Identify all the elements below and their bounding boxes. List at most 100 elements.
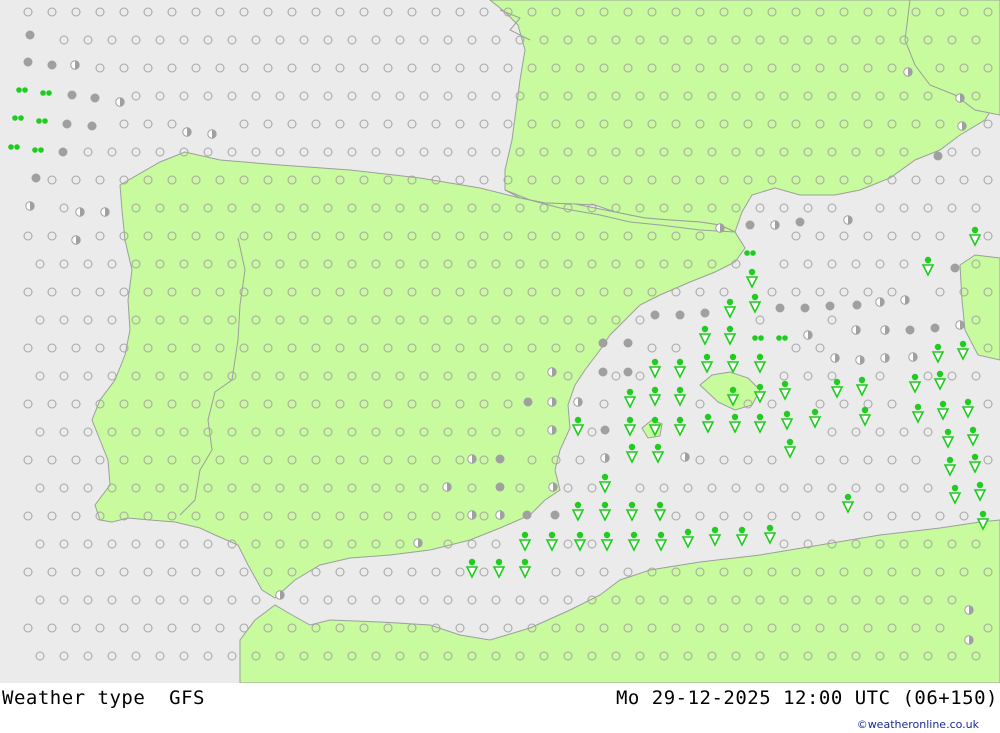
rain-dot — [711, 526, 719, 534]
station-partly-cloudy — [880, 353, 890, 363]
station-partly-cloudy — [955, 93, 965, 103]
station-cloudy — [795, 217, 805, 227]
station-partly-cloudy — [70, 60, 80, 70]
rain-dot — [934, 343, 942, 351]
weather-map — [0, 0, 1000, 683]
station-cloudy — [67, 90, 77, 100]
station-partly-cloudy — [413, 538, 423, 548]
rain-dot — [976, 481, 984, 489]
drizzle-dot — [752, 335, 758, 341]
rain-dot — [729, 353, 737, 361]
drizzle-dot — [42, 118, 48, 124]
station-partly-cloudy — [25, 201, 35, 211]
rain-dot — [704, 413, 712, 421]
drizzle-dot — [38, 147, 44, 153]
station-cloudy — [495, 482, 505, 492]
rain-dot — [861, 406, 869, 414]
rain-dot — [626, 416, 634, 424]
forecast-date: Mo 29-12-2025 12:00 UTC (06+150) — [615, 687, 998, 709]
drizzle-dot — [16, 87, 22, 93]
rain-dot — [701, 325, 709, 333]
rain-dot — [911, 373, 919, 381]
credit-link[interactable]: ©weatheronline.co.uk — [857, 718, 979, 731]
rain-dot — [959, 340, 967, 348]
rain-dot — [781, 380, 789, 388]
station-cloudy — [775, 303, 785, 313]
station-partly-cloudy — [900, 295, 910, 305]
rain-dot — [969, 426, 977, 434]
rain-dot — [657, 531, 665, 539]
rain-dot — [971, 453, 979, 461]
rain-dot — [651, 416, 659, 424]
rain-dot — [684, 528, 692, 536]
rain-dot — [844, 493, 852, 501]
rain-dot — [676, 358, 684, 366]
station-partly-cloudy — [830, 353, 840, 363]
station-partly-cloudy — [903, 67, 913, 77]
rain-dot — [656, 501, 664, 509]
station-partly-cloudy — [600, 453, 610, 463]
rain-dot — [726, 298, 734, 306]
rain-dot — [521, 531, 529, 539]
drizzle-dot — [8, 144, 14, 150]
drizzle-dot — [36, 118, 42, 124]
station-partly-cloudy — [964, 635, 974, 645]
station-partly-cloudy — [955, 320, 965, 330]
rain-dot — [979, 510, 987, 518]
rain-dot — [858, 376, 866, 384]
station-partly-cloudy — [875, 297, 885, 307]
station-cloudy — [852, 300, 862, 310]
rain-dot — [751, 293, 759, 301]
rain-dot — [654, 443, 662, 451]
drizzle-dot — [14, 144, 20, 150]
station-partly-cloudy — [880, 325, 890, 335]
station-cloudy — [31, 173, 41, 183]
station-cloudy — [62, 119, 72, 129]
station-partly-cloudy — [100, 207, 110, 217]
rain-dot — [729, 386, 737, 394]
station-cloudy — [600, 425, 610, 435]
station-cloudy — [623, 367, 633, 377]
rain-dot — [964, 398, 972, 406]
station-partly-cloudy — [547, 425, 557, 435]
station-partly-cloudy — [547, 397, 557, 407]
rain-dot — [936, 370, 944, 378]
station-cloudy — [905, 325, 915, 335]
station-cloudy — [25, 30, 35, 40]
rain-dot — [766, 524, 774, 532]
rain-dot — [946, 456, 954, 464]
station-cloudy — [623, 338, 633, 348]
station-partly-cloudy — [275, 590, 285, 600]
station-cloudy — [675, 310, 685, 320]
station-cloudy — [800, 303, 810, 313]
station-cloudy — [700, 308, 710, 318]
rain-dot — [703, 353, 711, 361]
station-cloudy — [598, 338, 608, 348]
rain-dot — [651, 358, 659, 366]
station-cloudy — [650, 310, 660, 320]
rain-dot — [756, 383, 764, 391]
station-cloudy — [745, 220, 755, 230]
rain-dot — [576, 531, 584, 539]
rain-dot — [833, 378, 841, 386]
drizzle-dot — [776, 335, 782, 341]
drizzle-dot — [750, 250, 756, 256]
station-partly-cloudy — [573, 397, 583, 407]
rain-dot — [939, 400, 947, 408]
station-partly-cloudy — [851, 325, 861, 335]
station-cloudy — [23, 57, 33, 67]
drizzle-dot — [32, 147, 38, 153]
rain-dot — [924, 256, 932, 264]
station-partly-cloudy — [803, 330, 813, 340]
station-partly-cloudy — [964, 605, 974, 615]
station-partly-cloudy — [207, 129, 217, 139]
rain-dot — [521, 558, 529, 566]
station-partly-cloudy — [770, 220, 780, 230]
rain-dot — [628, 443, 636, 451]
rain-dot — [626, 388, 634, 396]
station-cloudy — [58, 147, 68, 157]
station-cloudy — [930, 323, 940, 333]
station-partly-cloudy — [843, 215, 853, 225]
rain-dot — [811, 408, 819, 416]
station-cloudy — [523, 397, 533, 407]
